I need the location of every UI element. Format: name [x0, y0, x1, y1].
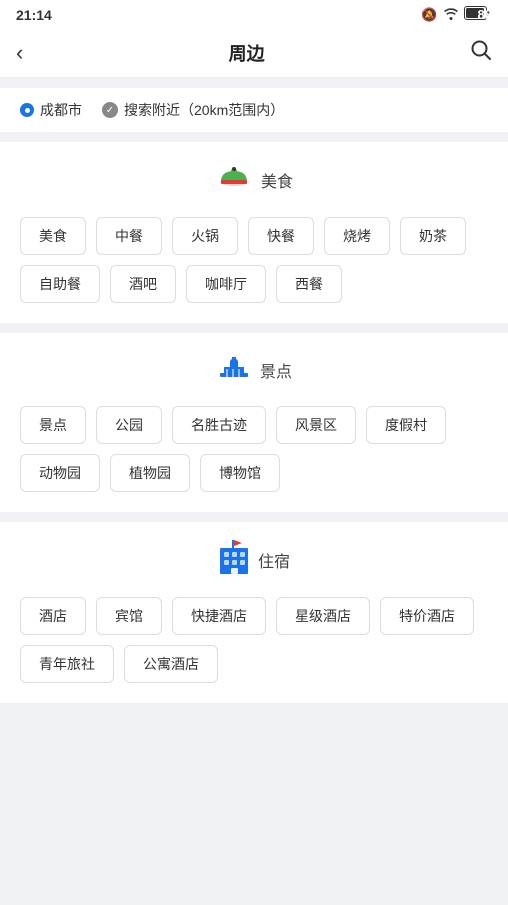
tag-宾馆[interactable]: 宾馆 — [96, 597, 162, 635]
hotel-section: 住宿 酒店宾馆快捷酒店星级酒店特价酒店青年旅社公寓酒店 — [0, 522, 508, 703]
hotel-tags: 酒店宾馆快捷酒店星级酒店特价酒店青年旅社公寓酒店 — [16, 597, 492, 683]
tag-酒店[interactable]: 酒店 — [20, 597, 86, 635]
tag-青年旅社[interactable]: 青年旅社 — [20, 645, 114, 683]
tag-火锅[interactable]: 火锅 — [172, 217, 238, 255]
tag-景点[interactable]: 景点 — [20, 406, 86, 444]
tag-公园[interactable]: 公园 — [96, 406, 162, 444]
status-icons: 🔕 88 — [421, 6, 492, 23]
hotel-icon — [218, 538, 250, 581]
location-bar: 成都市 ✓ 搜索附近（20km范围内） — [0, 88, 508, 132]
page-header: ‹ 周边 — [0, 29, 508, 78]
food-tags: 美食中餐火锅快餐烧烤奶茶自助餐酒吧咖啡厅西餐 — [16, 217, 492, 303]
city-location[interactable]: 成都市 — [20, 100, 82, 120]
tag-快餐[interactable]: 快餐 — [248, 217, 314, 255]
nearby-toggle[interactable]: ✓ 搜索附近（20km范围内） — [102, 100, 284, 120]
tag-美食[interactable]: 美食 — [20, 217, 86, 255]
food-section-header: 美食 — [16, 158, 492, 201]
tag-自助餐[interactable]: 自助餐 — [20, 265, 100, 303]
status-time: 21:14 — [16, 7, 52, 23]
tag-中餐[interactable]: 中餐 — [96, 217, 162, 255]
tag-酒吧[interactable]: 酒吧 — [110, 265, 176, 303]
scenic-section: 景点 景点公园名胜古迹风景区度假村动物园植物园博物馆 — [0, 333, 508, 512]
hotel-section-header: 住宿 — [16, 538, 492, 581]
food-section-title: 美食 — [261, 168, 293, 192]
tag-博物馆[interactable]: 博物馆 — [200, 454, 280, 492]
tag-快捷酒店[interactable]: 快捷酒店 — [172, 597, 266, 635]
tag-风景区[interactable]: 风景区 — [276, 406, 356, 444]
signal-icon: 🔕 — [421, 7, 437, 23]
wifi-icon — [442, 6, 460, 23]
food-icon — [215, 158, 253, 201]
scenic-section-title: 景点 — [260, 358, 292, 382]
search-button[interactable] — [470, 39, 492, 67]
check-icon: ✓ — [102, 102, 118, 118]
tag-名胜古迹[interactable]: 名胜古迹 — [172, 406, 266, 444]
tag-咖啡厅[interactable]: 咖啡厅 — [186, 265, 266, 303]
page-title: 周边 — [229, 40, 265, 66]
scenic-tags: 景点公园名胜古迹风景区度假村动物园植物园博物馆 — [16, 406, 492, 492]
tag-烧烤[interactable]: 烧烤 — [324, 217, 390, 255]
location-dot-icon — [20, 103, 34, 117]
tag-公寓酒店[interactable]: 公寓酒店 — [124, 645, 218, 683]
tag-奶茶[interactable]: 奶茶 — [400, 217, 466, 255]
tag-特价酒店[interactable]: 特价酒店 — [380, 597, 474, 635]
hotel-section-title: 住宿 — [258, 548, 290, 572]
tag-西餐[interactable]: 西餐 — [276, 265, 342, 303]
scenic-section-header: 景点 — [16, 349, 492, 390]
nearby-label: 搜索附近（20km范围内） — [124, 100, 284, 120]
battery-level: 88 — [476, 7, 492, 22]
tag-度假村[interactable]: 度假村 — [366, 406, 446, 444]
city-name: 成都市 — [40, 100, 82, 120]
tag-动物园[interactable]: 动物园 — [20, 454, 100, 492]
back-button[interactable]: ‹ — [16, 40, 23, 66]
tag-星级酒店[interactable]: 星级酒店 — [276, 597, 370, 635]
tag-植物园[interactable]: 植物园 — [110, 454, 190, 492]
food-section: 美食 美食中餐火锅快餐烧烤奶茶自助餐酒吧咖啡厅西餐 — [0, 142, 508, 323]
scenic-icon — [216, 349, 252, 390]
status-bar: 21:14 🔕 88 — [0, 0, 508, 29]
